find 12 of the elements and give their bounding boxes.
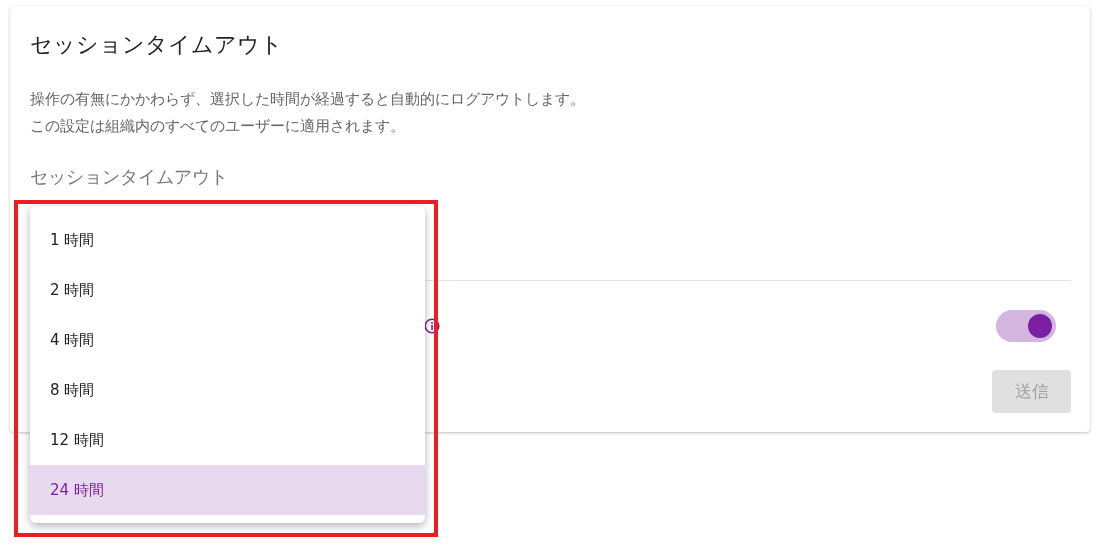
toggle-switch[interactable] <box>996 309 1056 342</box>
menu-option[interactable]: 1 時間 <box>30 215 425 265</box>
card-title: セッションタイムアウト <box>30 31 284 59</box>
description-text: 操作の有無にかかわらず、選択した時間が経過すると自動的にログアウトします。 <box>30 89 586 110</box>
menu-option[interactable]: 24 時間 <box>30 465 425 515</box>
menu-option[interactable]: 2 時間 <box>30 265 425 315</box>
menu-option[interactable]: 4 時間 <box>30 315 425 365</box>
info-icon[interactable] <box>424 317 440 334</box>
menu-option[interactable]: 12 時間 <box>30 415 425 465</box>
description-text: この設定は組織内のすべてのユーザーに適用されます。 <box>30 116 406 137</box>
field-label: セッションタイムアウト <box>30 165 229 189</box>
menu-option[interactable]: 8 時間 <box>30 365 425 415</box>
